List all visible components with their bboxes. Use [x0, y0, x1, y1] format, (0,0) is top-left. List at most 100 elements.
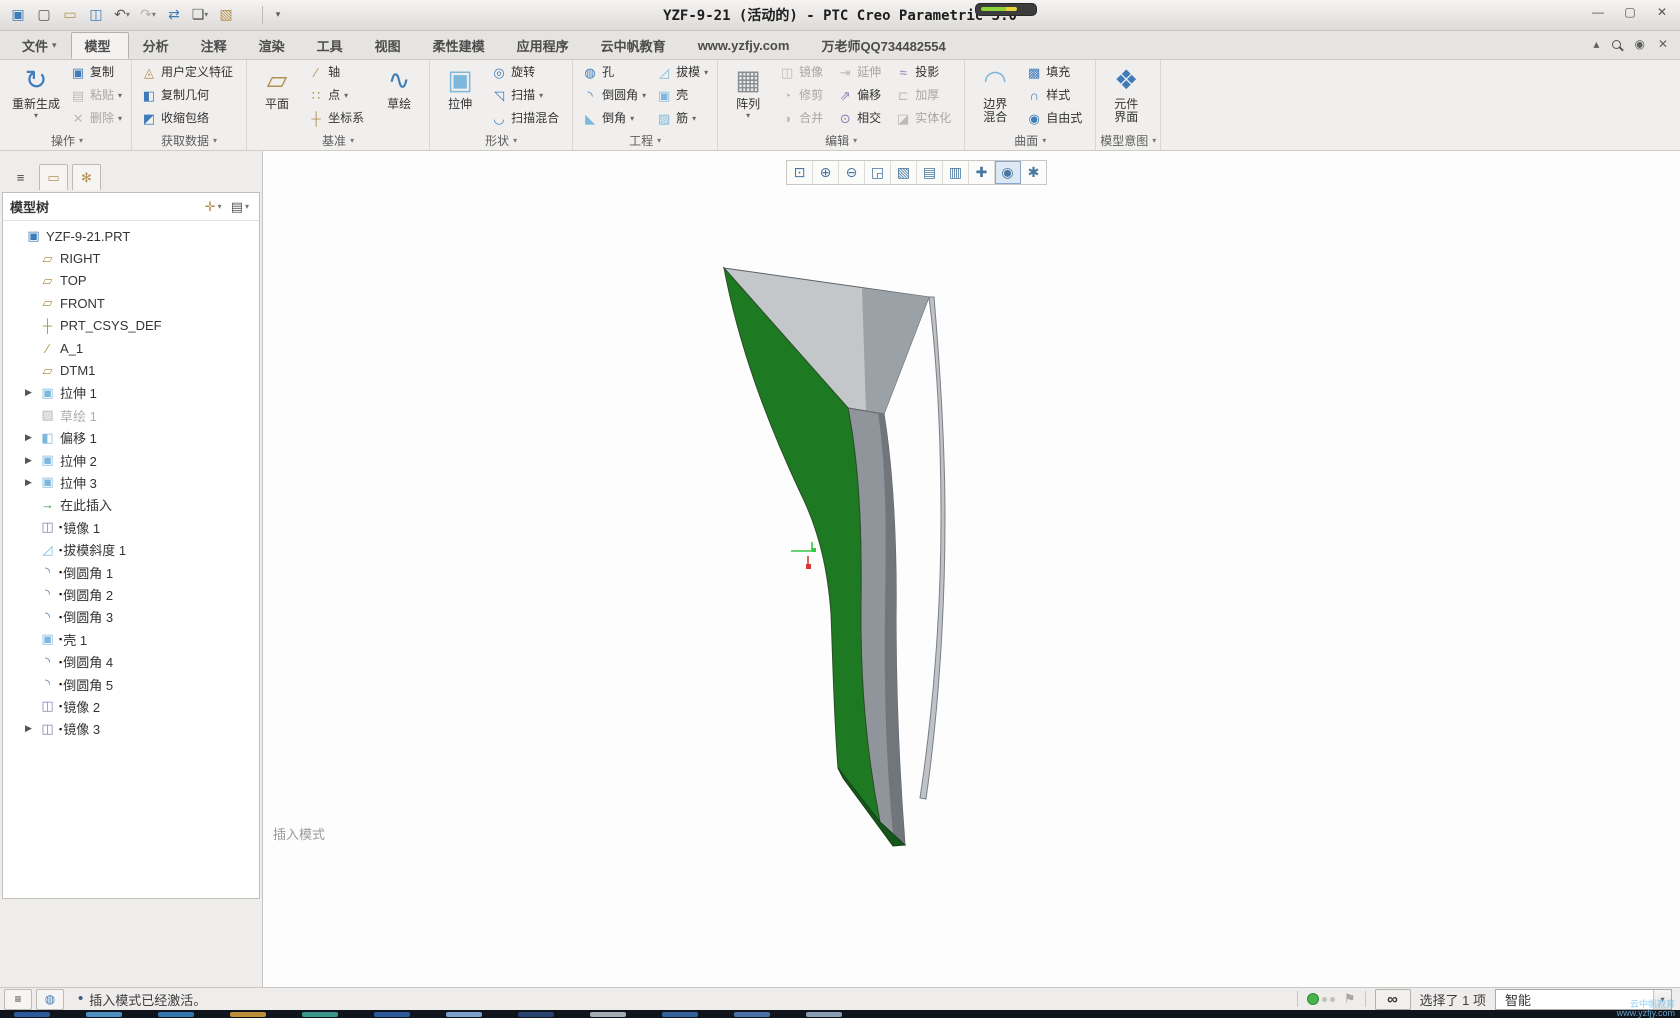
expander-icon[interactable]: ▶ [25, 477, 39, 488]
tree-item-mirror-2[interactable]: ◫ ▪ 镜像 2 [3, 695, 259, 717]
tree-item-root-part[interactable]: ▣ YZF-9-21.PRT [3, 225, 259, 247]
taskbar-app-icon[interactable] [590, 1012, 626, 1017]
tab-view[interactable]: 视图 [361, 32, 419, 59]
taskbar-app-icon[interactable] [518, 1012, 554, 1017]
tree-item-plane-front[interactable]: ▱ FRONT [3, 292, 259, 314]
tree-item-extrude-2[interactable]: ▶ ▣ 拉伸 2 [3, 449, 259, 471]
tab-teacher-qq[interactable]: 万老师QQ734482554 [807, 32, 963, 59]
browser-toggle-button[interactable]: ◍ [36, 989, 64, 1010]
zoom-region-button[interactable]: ⊡ [787, 161, 813, 184]
tree-item-plane-right[interactable]: ▱ RIGHT [3, 247, 259, 269]
navigator-toggle-button[interactable]: ≡ [4, 989, 32, 1010]
switch-windows-button[interactable]: ❏ ▾ [188, 3, 212, 26]
find-binoculars-button[interactable]: ∞ [1375, 989, 1411, 1010]
sketch-button[interactable]: ∿ 草绘 [373, 61, 425, 132]
display-filters-icon[interactable]: ◉ [1634, 37, 1644, 51]
favorites-tab[interactable]: ✻ [72, 164, 101, 190]
freestyle-button[interactable]: ◉ 自由式 [1021, 107, 1091, 130]
model-tree-tab[interactable]: ≡ [6, 164, 35, 190]
merge-button[interactable]: ◑ 合并 [774, 107, 832, 130]
taskbar-app-icon[interactable] [662, 1012, 698, 1017]
taskbar-app-icon[interactable] [374, 1012, 410, 1017]
save-button[interactable]: ◫ [84, 3, 108, 26]
taskbar-app-icon[interactable] [734, 1012, 770, 1017]
new-file-button[interactable]: ▢ [32, 3, 56, 26]
tree-item-extrude-3[interactable]: ▶ ▣ 拉伸 3 [3, 471, 259, 493]
group-label[interactable]: 形状▾ [434, 132, 568, 149]
taskbar-app-icon[interactable] [230, 1012, 266, 1017]
taskbar-app-icon[interactable] [14, 1012, 50, 1017]
round-button[interactable]: ◝ 倒圆角 ▾ [577, 84, 651, 107]
group-label[interactable]: 编辑▾ [722, 132, 960, 149]
app-icon[interactable]: ▣ [6, 3, 30, 26]
tab-website[interactable]: www.yzfjy.com [684, 32, 808, 59]
tab-applications[interactable]: 应用程序 [503, 32, 587, 59]
tree-item-round-1[interactable]: ◝ ▪ 倒圆角 1 [3, 561, 259, 583]
group-label[interactable]: 工程▾ [577, 132, 713, 149]
datum-display-button[interactable]: ✚ [969, 161, 995, 184]
tab-render[interactable]: 渲染 [245, 32, 303, 59]
command-search-icon[interactable] [1612, 40, 1621, 49]
plane-button[interactable]: ▱ 平面 [251, 61, 303, 132]
tree-item-shell-1[interactable]: ▣ ▪ 壳 1 [3, 628, 259, 650]
tree-item-mirror-3[interactable]: ▶ ◫ ▪ 镜像 3 [3, 718, 259, 740]
group-label[interactable]: 曲面▾ [969, 132, 1091, 149]
paste-button[interactable]: ▤ 粘贴 ▾ [65, 84, 127, 107]
model-3d-part[interactable] [700, 250, 960, 860]
tab-analysis[interactable]: 分析 [129, 32, 187, 59]
point-button[interactable]: ∷ 点 ▾ [303, 84, 373, 107]
spin-center-button[interactable]: ✱ [1021, 161, 1046, 184]
expander-icon[interactable]: ▶ [25, 455, 39, 466]
zoom-out-button[interactable]: ⊖ [839, 161, 865, 184]
flag-icon[interactable]: ⚑ [1344, 991, 1356, 1007]
tab-flexible-modeling[interactable]: 柔性建模 [419, 32, 503, 59]
thicken-button[interactable]: ⊏ 加厚 [890, 84, 960, 107]
tree-item-round-4[interactable]: ◝ ▪ 倒圆角 4 [3, 650, 259, 672]
tab-model[interactable]: 模型 [71, 32, 129, 59]
mirror-button[interactable]: ◫ 镜像 [774, 61, 832, 84]
chamfer-button[interactable]: ◣ 倒角 ▾ [577, 107, 651, 130]
annotation-display-button[interactable]: ◉ [995, 161, 1021, 184]
taskbar-app-icon[interactable] [158, 1012, 194, 1017]
group-label[interactable]: 操作▾ [7, 132, 127, 149]
model-back-edge-face[interactable] [920, 297, 945, 799]
tree-item-insert-here[interactable]: → 在此插入 [3, 494, 259, 516]
os-taskbar[interactable] [0, 1010, 1680, 1018]
taskbar-app-icon[interactable] [86, 1012, 122, 1017]
axis-button[interactable]: ∕ 轴 [303, 61, 373, 84]
zoom-in-button[interactable]: ⊕ [813, 161, 839, 184]
copy-geometry-button[interactable]: ◧ 复制几何 [136, 84, 242, 107]
tree-show-button[interactable]: ▤ ▾ [228, 198, 252, 216]
regenerate-button[interactable]: ↻ 重新生成 ▾ [7, 61, 65, 132]
group-label[interactable]: 模型意图▾ [1100, 132, 1156, 149]
tree-item-csys[interactable]: ┼ PRT_CSYS_DEF [3, 315, 259, 337]
pattern-button[interactable]: ▦ 阵列 ▾ [722, 61, 774, 132]
expander-icon[interactable]: ▶ [25, 723, 39, 734]
refit-button[interactable]: ◲ [865, 161, 891, 184]
tree-item-draft-1[interactable]: ◿ ▪ 拔模斜度 1 [3, 538, 259, 560]
tree-item-extrude-1[interactable]: ▶ ▣ 拉伸 1 [3, 382, 259, 404]
tab-yunzhongfan[interactable]: 云中帆教育 [587, 32, 684, 59]
udf-button[interactable]: ◬ 用户定义特征 [136, 61, 242, 84]
trim-button[interactable]: ◔ 修剪 [774, 84, 832, 107]
project-button[interactable]: ≈ 投影 [890, 61, 960, 84]
customize-quick-access-button[interactable]: ▾ [266, 3, 290, 26]
intersect-button[interactable]: ⊙ 相交 [832, 107, 890, 130]
tree-item-axis-a1[interactable]: ∕ A_1 [3, 337, 259, 359]
redo-button[interactable]: ↷ ▾ [136, 3, 160, 26]
copy-button[interactable]: ▣ 复制 [65, 61, 127, 84]
close-button[interactable]: ✕ [1654, 5, 1670, 19]
tab-file[interactable]: 文件 ▾ [8, 32, 71, 59]
tree-item-mirror-1[interactable]: ◫ ▪ 镜像 1 [3, 516, 259, 538]
revolve-button[interactable]: ◎ 旋转 [486, 61, 568, 84]
tab-annotate[interactable]: 注释 [187, 32, 245, 59]
group-label[interactable]: 获取数据▾ [136, 132, 242, 149]
offset-button[interactable]: ⇗ 偏移 [832, 84, 890, 107]
tree-item-round-5[interactable]: ◝ ▪ 倒圆角 5 [3, 673, 259, 695]
tree-item-plane-top[interactable]: ▱ TOP [3, 270, 259, 292]
display-style-button[interactable]: ▧ [891, 161, 917, 184]
tree-item-round-3[interactable]: ◝ ▪ 倒圆角 3 [3, 606, 259, 628]
tab-tools[interactable]: 工具 [303, 32, 361, 59]
view-manager-button[interactable]: ▥ [943, 161, 969, 184]
component-interface-button[interactable]: ❖ 元件 界面 [1100, 61, 1152, 132]
